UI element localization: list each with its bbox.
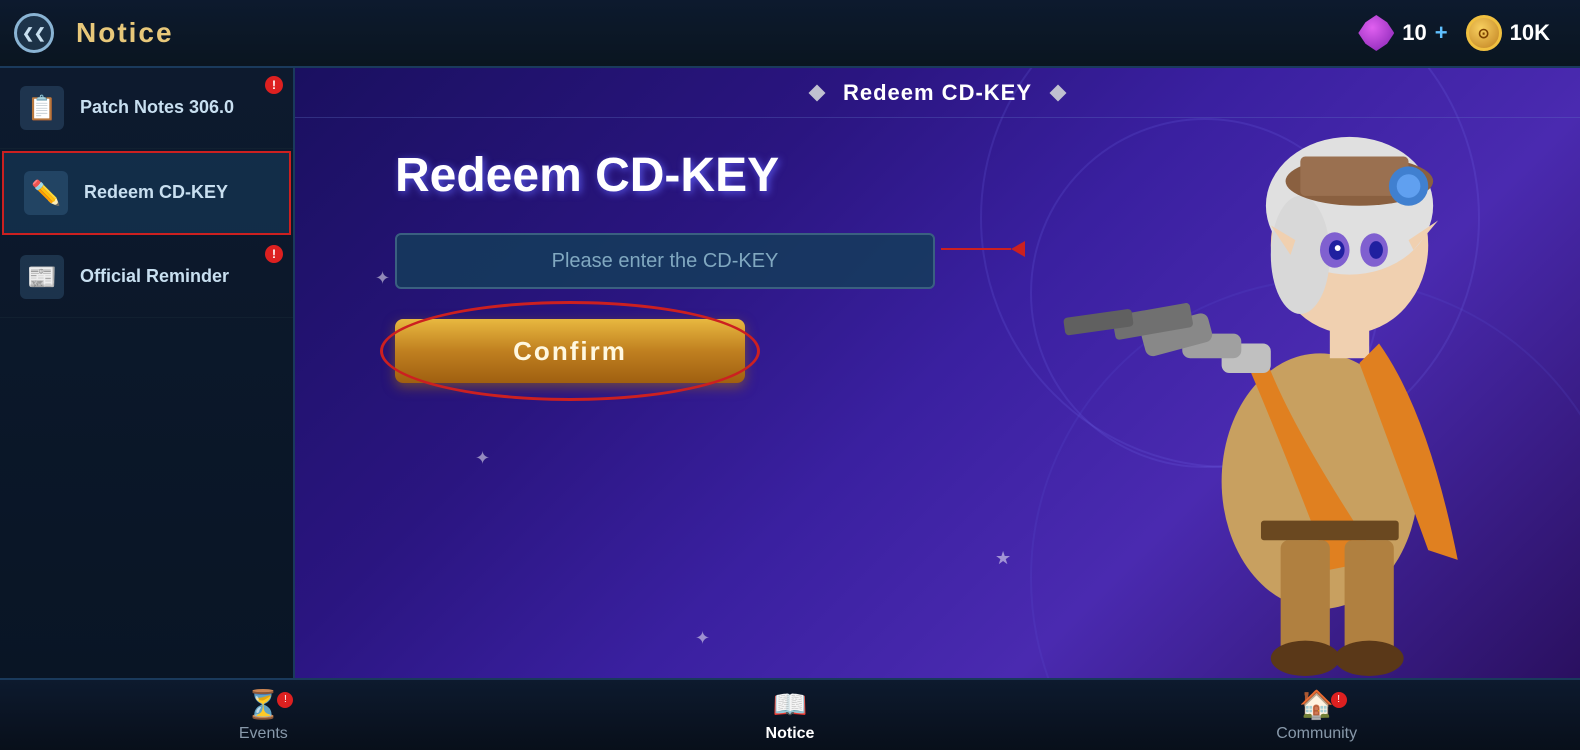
bottom-bar: ! ⏳ Events 📖 Notice ! 🏠 Community [0, 678, 1580, 750]
sidebar-item-patch-notes[interactable]: 📋 Patch Notes 306.0 ! [0, 68, 293, 149]
sparkle-3: ✦ [695, 628, 710, 649]
cdkey-input[interactable] [395, 233, 935, 289]
arrow-annotation [941, 241, 1025, 257]
arrow-line [941, 248, 1011, 250]
community-icon: 🏠 [1299, 688, 1334, 721]
redeem-main-title: Redeem CD-KEY [395, 148, 779, 203]
sidebar-item-label: Official Reminder [80, 265, 229, 288]
bottom-tab-events[interactable]: ! ⏳ Events [0, 688, 527, 743]
confirm-wrapper: Confirm [395, 319, 745, 383]
community-badge: ! [1331, 692, 1347, 708]
sidebar-item-label: Redeem CD-KEY [84, 181, 228, 204]
arrow-head-icon [1011, 241, 1025, 257]
page-title: Notice [76, 17, 174, 49]
events-icon: ⏳ [246, 688, 281, 721]
tab-diamond-left [808, 84, 825, 101]
events-label: Events [239, 725, 288, 743]
confirm-button[interactable]: Confirm [395, 319, 745, 383]
redeem-section: Redeem CD-KEY Confirm [395, 148, 1080, 383]
back-button[interactable] [0, 0, 68, 67]
top-bar: Notice 10 + ⊙ 10K [0, 0, 1580, 68]
sidebar-item-redeem-cdkey[interactable]: ✏️ Redeem CD-KEY [2, 151, 291, 235]
notice-label: Notice [766, 725, 815, 743]
official-reminder-icon: 📰 [20, 255, 64, 299]
notice-icon: 📖 [773, 688, 808, 721]
sidebar: 📋 Patch Notes 306.0 ! ✏️ Redeem CD-KEY 📰… [0, 68, 295, 678]
redeem-icon: ✏️ [24, 171, 68, 215]
cdkey-input-wrapper [395, 233, 935, 289]
coin-currency: ⊙ 10K [1466, 15, 1550, 51]
coin-value: 10K [1510, 20, 1550, 46]
bottom-tab-notice[interactable]: 📖 Notice [527, 688, 1054, 743]
sparkle-2: ✦ [475, 448, 490, 469]
official-reminder-badge: ! [265, 245, 283, 263]
sparkle-4: ★ [995, 548, 1011, 569]
bottom-tab-community[interactable]: ! 🏠 Community [1053, 688, 1580, 743]
gem-icon [1358, 15, 1394, 51]
patch-notes-badge: ! [265, 76, 283, 94]
currency-bar: 10 + ⊙ 10K [1358, 15, 1580, 51]
events-badge: ! [277, 692, 293, 708]
sidebar-item-official-reminder[interactable]: 📰 Official Reminder ! [0, 237, 293, 318]
main-content: ✦ ✦ ✦ ★ Redeem CD-KEY Redeem CD-KEY Conf… [295, 68, 1580, 678]
sidebar-item-label: Patch Notes 306.0 [80, 96, 234, 119]
character-illustration [1060, 68, 1580, 678]
community-label: Community [1276, 725, 1357, 743]
content-tab-title: Redeem CD-KEY [843, 80, 1032, 106]
back-arrow-icon [14, 13, 54, 53]
character-svg [1060, 68, 1580, 678]
sparkle-1: ✦ [375, 268, 390, 289]
gem-value: 10 [1402, 20, 1426, 46]
coin-icon: ⊙ [1466, 15, 1502, 51]
patch-notes-icon: 📋 [20, 86, 64, 130]
gem-currency: 10 + [1358, 15, 1447, 51]
gem-add-button[interactable]: + [1435, 20, 1448, 46]
